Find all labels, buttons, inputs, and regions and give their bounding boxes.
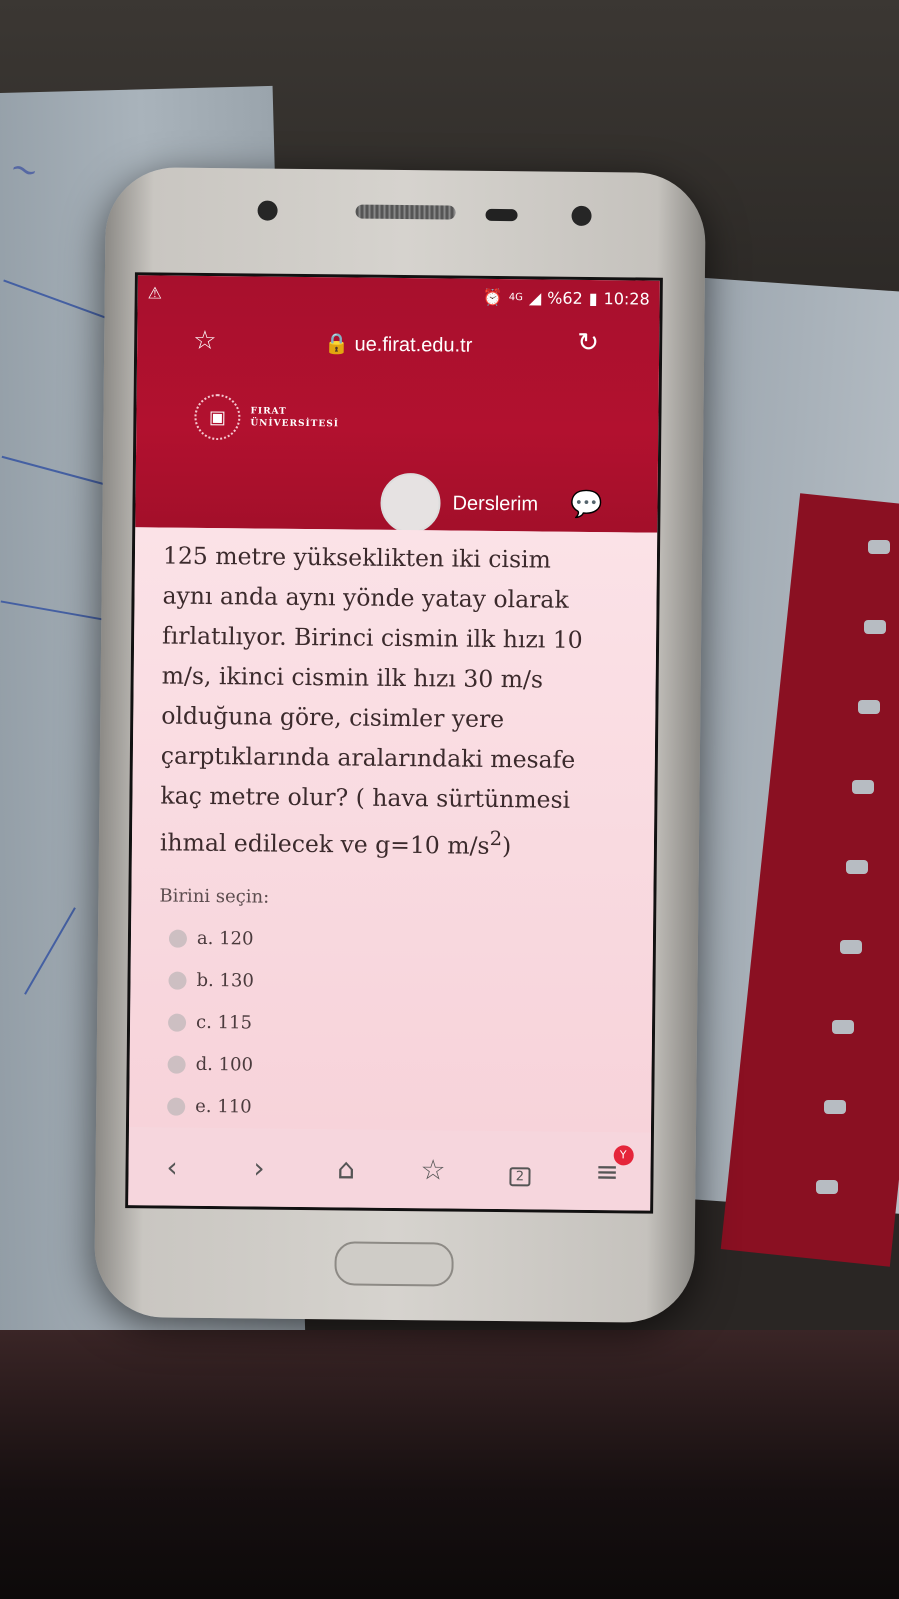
- clock: 10:28: [603, 289, 650, 309]
- phone-device: ⚠ ⏰ 4G ◢ %62 ▮ 10:28 ☆ 🔒 ue.firat.edu.tr…: [93, 166, 707, 1324]
- avatar[interactable]: [380, 472, 441, 534]
- option-c[interactable]: c. 115: [167, 1011, 253, 1034]
- battery-level: %62: [547, 288, 583, 308]
- tabs-button[interactable]: 2: [500, 1154, 540, 1187]
- notebook-ring: [824, 1100, 846, 1114]
- question-line-end: ): [501, 831, 512, 860]
- radio-button[interactable]: [168, 929, 188, 948]
- university-seal-icon: ▣: [194, 393, 241, 441]
- option-e[interactable]: e. 110: [167, 1095, 252, 1118]
- option-label: c. 115: [195, 1011, 253, 1034]
- status-right-group: ⏰ 4G ◢ %62 ▮ 10:28: [483, 288, 650, 309]
- front-camera-icon: [571, 205, 592, 226]
- choose-prompt: Birini seçin:: [159, 885, 270, 908]
- user-menu: Derslerim 💬: [380, 472, 603, 535]
- phone-screen: ⚠ ⏰ 4G ◢ %62 ▮ 10:28 ☆ 🔒 ue.firat.edu.tr…: [125, 272, 663, 1214]
- lock-icon: 🔒: [323, 333, 350, 356]
- question-line: fırlatılıyor. Birinci cismin ilk hızı 10: [161, 621, 583, 654]
- question-line: aynı anda aynı yönde yatay olarak: [162, 581, 569, 614]
- logo-line1: FIRAT: [250, 406, 287, 417]
- option-label: b. 130: [196, 969, 254, 992]
- notebook-ring: [852, 780, 874, 794]
- university-logo[interactable]: ▣ FIRAT ÜNİVERSİTESİ: [194, 393, 339, 442]
- forward-icon[interactable]: ›: [239, 1151, 279, 1184]
- question-line: kaç metre olur? ( hava sürtünmesi: [160, 781, 571, 814]
- notification-icons: ⚠: [147, 283, 163, 303]
- derslerim-link[interactable]: Derslerim: [452, 492, 538, 516]
- quiz-content: 125 metre yükseklikten iki cisim aynı an…: [128, 527, 658, 1133]
- earpiece-speaker: [355, 204, 456, 220]
- bookmarks-icon[interactable]: ☆: [413, 1153, 453, 1186]
- radio-button[interactable]: [167, 1013, 187, 1032]
- notebook-ring: [868, 540, 890, 554]
- home-button[interactable]: [334, 1241, 454, 1287]
- chat-bubble-icon[interactable]: 💬: [570, 490, 603, 520]
- option-label: d. 100: [195, 1053, 254, 1076]
- browser-bottom-nav: ‹ › ⌂ ☆ 2 ≡ Y: [128, 1127, 651, 1211]
- question-line: 125 metre yükseklikten iki cisim: [162, 541, 552, 574]
- option-label: a. 120: [196, 927, 254, 950]
- option-d[interactable]: d. 100: [167, 1053, 254, 1076]
- question-line: çarptıklarında aralarındaki mesafe: [160, 741, 576, 774]
- network-type: 4G: [508, 292, 523, 304]
- notification-badge: Y: [613, 1144, 634, 1165]
- question-line-main: ihmal edilecek ve g=10 m/s: [159, 828, 490, 860]
- proximity-sensor: [485, 208, 518, 222]
- notebook-ring: [858, 700, 880, 714]
- notebook-ring: [832, 1020, 854, 1034]
- radio-button[interactable]: [167, 1097, 186, 1116]
- front-sensor-icon: [257, 200, 278, 221]
- radio-button[interactable]: [167, 1055, 186, 1074]
- option-b[interactable]: b. 130: [168, 969, 254, 992]
- question-line: ihmal edilecek ve g=10 m/s2): [160, 815, 630, 867]
- radio-button[interactable]: [168, 971, 187, 990]
- logo-text: FIRAT ÜNİVERSİTESİ: [250, 405, 339, 430]
- battery-icon: ▮: [588, 288, 598, 309]
- home-icon[interactable]: ⌂: [326, 1152, 366, 1185]
- menu-icon[interactable]: ≡ Y: [587, 1144, 634, 1188]
- reload-icon[interactable]: ↻: [577, 328, 599, 358]
- signal-icon: ◢: [528, 288, 542, 308]
- site-header: ⚠ ⏰ 4G ◢ %62 ▮ 10:28 ☆ 🔒 ue.firat.edu.tr…: [135, 275, 660, 535]
- question-line: olduğuna göre, cisimler yere: [161, 701, 505, 734]
- question-text: 125 metre yükseklikten iki cisim aynı an…: [160, 536, 633, 868]
- option-label: e. 110: [195, 1095, 252, 1118]
- browser-url-bar[interactable]: ☆ 🔒 ue.firat.edu.tr ↻: [137, 323, 659, 368]
- notebook-ring: [864, 620, 886, 634]
- alarm-icon: ⏰: [482, 287, 503, 308]
- background-shadow: [0, 1330, 899, 1599]
- superscript: 2: [489, 826, 503, 851]
- notebook-ring: [846, 860, 868, 874]
- option-a[interactable]: a. 120: [168, 927, 254, 950]
- tab-count: 2: [509, 1166, 531, 1186]
- back-icon[interactable]: ‹: [152, 1150, 192, 1183]
- url-value: ue.firat.edu.tr: [354, 333, 473, 357]
- notebook-ring: [840, 940, 862, 954]
- question-line: m/s, ikinci cismin ilk hızı 30 m/s: [161, 661, 544, 694]
- logo-line2: ÜNİVERSİTESİ: [250, 418, 340, 430]
- status-bar: ⚠ ⏰ 4G ◢ %62 ▮ 10:28: [138, 275, 660, 316]
- notebook-ring: [816, 1180, 838, 1194]
